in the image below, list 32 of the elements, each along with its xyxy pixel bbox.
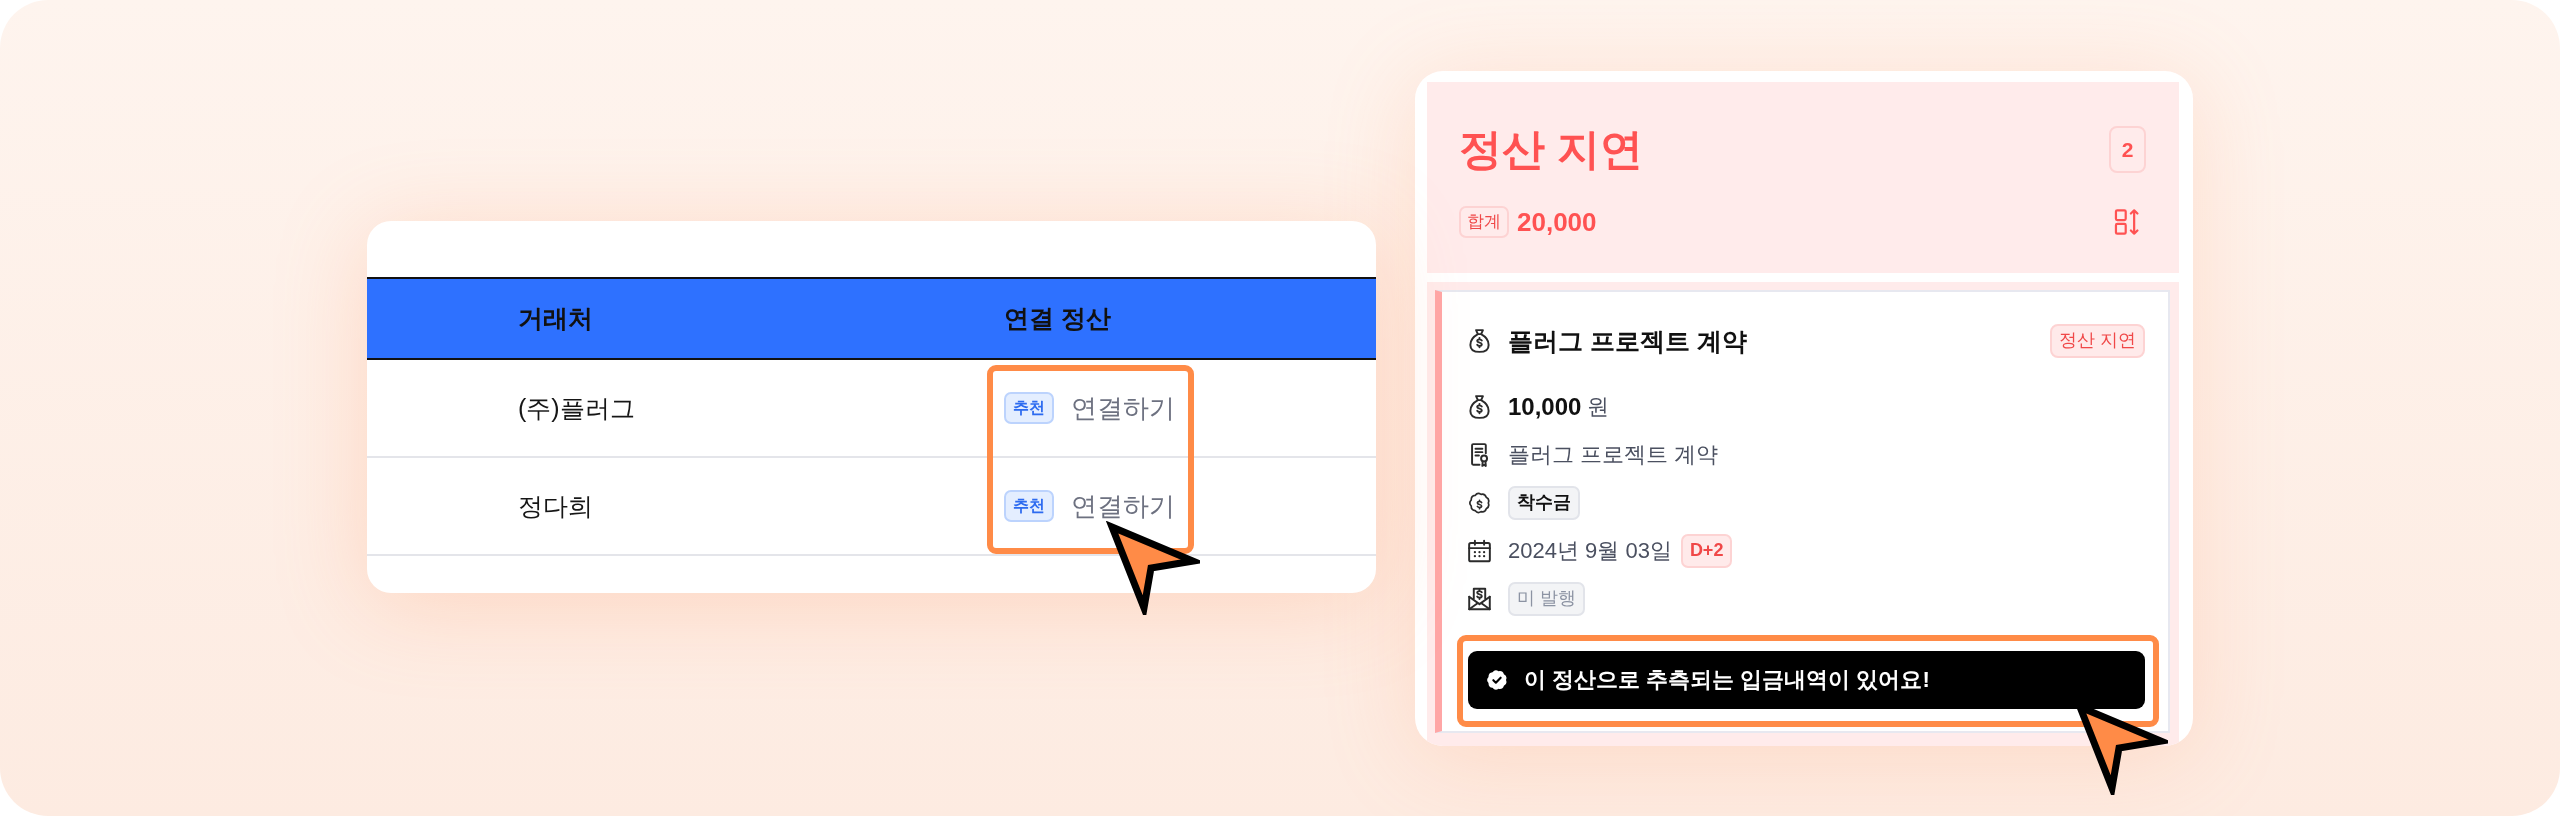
calendar-icon <box>1468 539 1491 563</box>
cursor-icon <box>1106 521 1200 615</box>
document-icon <box>1468 443 1491 467</box>
invoice-status-tag: 미 발행 <box>1508 582 1585 616</box>
total-amount: 20,000 <box>1517 206 1597 238</box>
money-bag-icon <box>1468 329 1491 353</box>
overdue-tag: D+2 <box>1680 534 1733 568</box>
total-label-tag: 합계 <box>1459 206 1509 239</box>
column-header: 연결 정산 <box>1004 303 1111 334</box>
recommend-tag: 추천 <box>1004 391 1054 425</box>
connect-link[interactable]: 연결하기 <box>1071 488 1175 524</box>
status-tag: 정산 지연 <box>2050 324 2145 358</box>
check-badge-icon <box>1486 669 1508 691</box>
envelope-coin-icon <box>1468 587 1491 611</box>
amount-unit: 원 <box>1587 393 1610 421</box>
card-title: 플러그 프로젝트 계약 <box>1508 325 1747 357</box>
count-tag: 2 <box>2109 126 2146 173</box>
board-title: 정산 지연 <box>1459 128 1643 171</box>
notice-text: 이 정산으로 추측되는 입금내역이 있어요! <box>1524 666 1930 694</box>
table-cell-text: (주)플러그 <box>518 392 635 424</box>
connect-link[interactable]: 연결하기 <box>1071 390 1175 426</box>
contract-name: 플러그 프로젝트 계약 <box>1508 441 1719 469</box>
dollar-badge-icon <box>1468 491 1491 515</box>
settlement-card[interactable]: 플러그 프로젝트 계약 정산 지연 10,000 원 플러그 프로젝트 계약 착수금 2024년 9월 03일 D+2 미 발행 이 정산으로 추측되는 입금내역이 있어요! <box>1435 290 2170 733</box>
amount-value: 10,000 <box>1508 393 1582 421</box>
column-header: 거래처 <box>518 303 593 334</box>
sort-icon[interactable] <box>2114 209 2140 236</box>
table-cell-text: 정다희 <box>518 490 593 522</box>
payment-stage-tag: 착수금 <box>1508 486 1580 520</box>
due-date: 2024년 9월 03일 <box>1508 537 1672 565</box>
recommend-tag: 추천 <box>1004 489 1054 523</box>
money-bag-icon <box>1468 395 1491 419</box>
